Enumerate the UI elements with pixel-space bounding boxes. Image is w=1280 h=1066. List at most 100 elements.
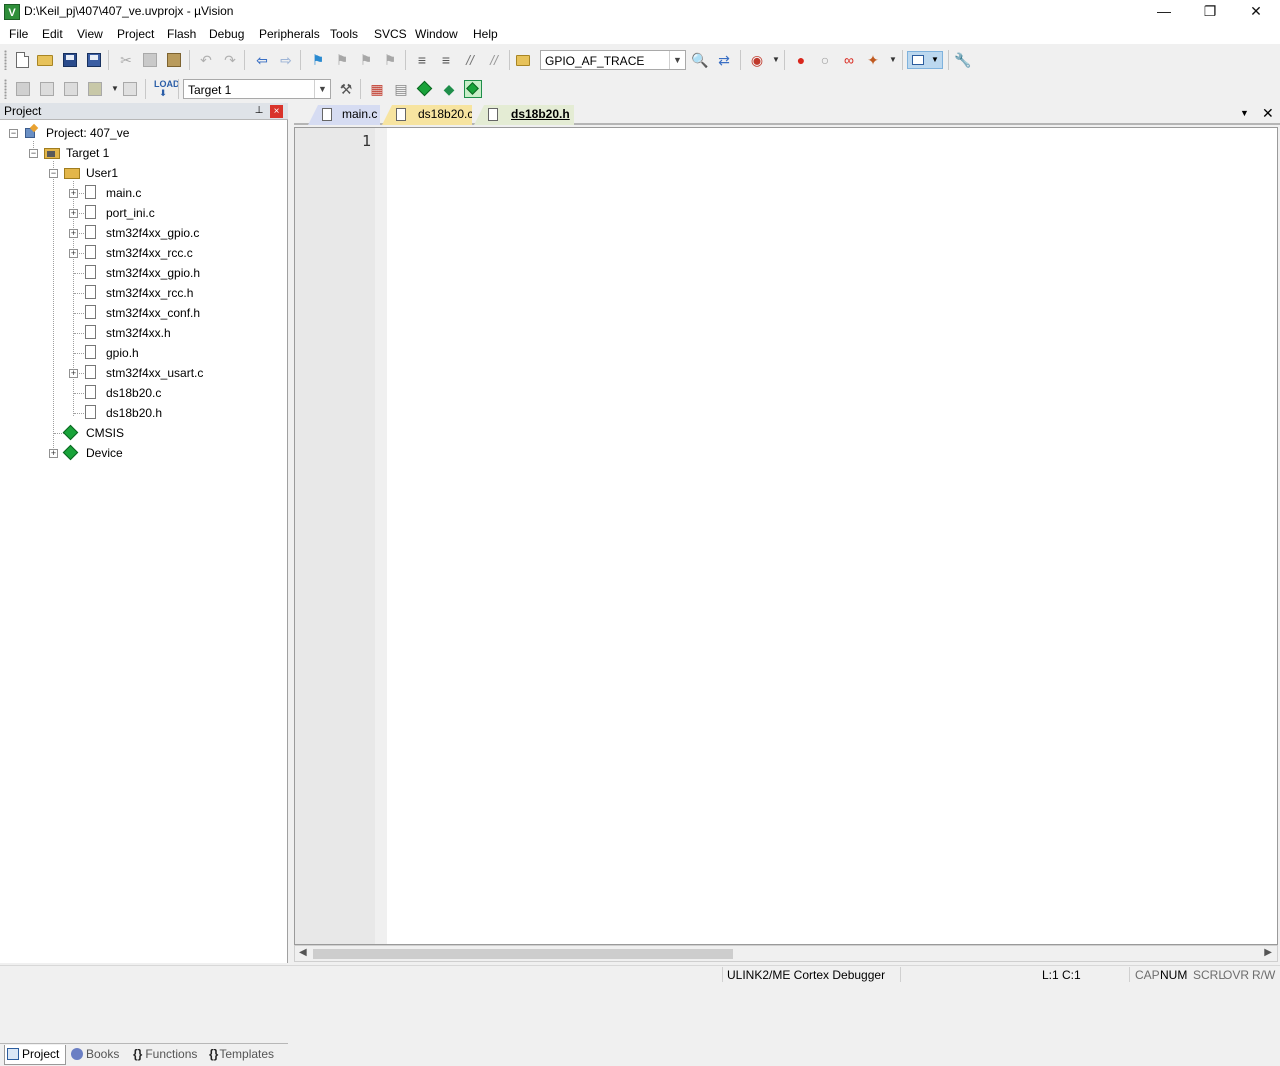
tree-file-item[interactable]: + stm32f4xx_usart.c	[0, 363, 287, 383]
navigate-forward-icon[interactable]: ⇨	[277, 51, 295, 69]
menu-svcs[interactable]: SVCS	[374, 27, 407, 41]
tree-file-item[interactable]: + main.c	[0, 183, 287, 203]
bookmark-toggle-icon[interactable]: ⚑	[309, 51, 327, 69]
horizontal-scrollbar[interactable]: ◀ ▶	[294, 945, 1278, 962]
new-file-icon[interactable]	[14, 51, 32, 69]
target-options-icon[interactable]: ⚒	[337, 80, 355, 98]
editor-tab-ds18b20-c[interactable]: ds18b20.c	[382, 105, 472, 125]
unindent-icon[interactable]: ≡	[437, 51, 455, 69]
find-icon[interactable]: 🔍	[691, 51, 709, 69]
expand-icon[interactable]: +	[69, 229, 78, 238]
save-icon[interactable]	[61, 51, 79, 69]
menu-tools[interactable]: Tools	[330, 27, 358, 41]
expand-icon[interactable]: +	[69, 189, 78, 198]
scroll-right-icon[interactable]: ▶	[1264, 947, 1272, 958]
cut-icon[interactable]: ✂	[117, 51, 135, 69]
menu-edit[interactable]: Edit	[42, 27, 63, 41]
close-tab-icon[interactable]: ✕	[1262, 105, 1274, 122]
toolbar-grip[interactable]	[4, 50, 7, 70]
tab-project[interactable]: Project	[4, 1045, 66, 1065]
manage-components-icon[interactable]: ▤	[392, 80, 410, 98]
disable-breakpoints-icon[interactable]: ∞	[840, 51, 858, 69]
chevron-down-icon[interactable]: ▼	[314, 80, 330, 98]
stop-build-icon[interactable]	[121, 80, 139, 98]
save-all-icon[interactable]	[85, 51, 103, 69]
code-editor[interactable]: 1	[294, 127, 1278, 945]
select-software-packs-icon[interactable]	[416, 80, 434, 98]
target-combo[interactable]: Target 1 ▼	[183, 79, 331, 99]
bookmark-next-icon[interactable]: ⚑	[357, 51, 375, 69]
menu-debug[interactable]: Debug	[209, 27, 244, 41]
bookmark-clear-icon[interactable]: ⚑	[381, 51, 399, 69]
rebuild-icon[interactable]	[62, 80, 80, 98]
restore-button[interactable]: ❐	[1187, 0, 1233, 24]
tree-node-target[interactable]: − Target 1	[0, 143, 287, 163]
run-time-environment-icon[interactable]	[464, 80, 482, 98]
undo-icon[interactable]: ↶	[197, 51, 215, 69]
navigate-back-icon[interactable]: ⇦	[253, 51, 271, 69]
menu-project[interactable]: Project	[117, 27, 154, 41]
enable-breakpoint-icon[interactable]: ○	[816, 51, 834, 69]
build-icon[interactable]	[38, 80, 56, 98]
expand-icon[interactable]: +	[69, 209, 78, 218]
tree-file-item[interactable]: stm32f4xx_rcc.h	[0, 283, 287, 303]
menu-flash[interactable]: Flash	[167, 27, 196, 41]
scroll-left-icon[interactable]: ◀	[299, 947, 307, 958]
incremental-find-icon[interactable]: ◉	[748, 51, 766, 69]
menu-peripherals[interactable]: Peripherals	[259, 27, 320, 41]
comment-icon[interactable]: //	[461, 51, 479, 69]
tree-node-project-root[interactable]: − Project: 407_ve	[0, 123, 287, 143]
copy-icon[interactable]	[141, 51, 159, 69]
indent-icon[interactable]: ≡	[413, 51, 431, 69]
collapse-icon[interactable]: −	[9, 129, 18, 138]
minimize-button[interactable]: —	[1141, 0, 1187, 24]
menu-file[interactable]: File	[9, 27, 28, 41]
file-extensions-icon[interactable]: ▦	[368, 80, 386, 98]
paste-icon[interactable]	[165, 51, 183, 69]
tab-templates[interactable]: {}Templates	[207, 1045, 285, 1065]
menu-help[interactable]: Help	[473, 27, 498, 41]
translate-icon[interactable]	[14, 80, 32, 98]
tree-file-item[interactable]: gpio.h	[0, 343, 287, 363]
menu-view[interactable]: View	[77, 27, 103, 41]
panel-close-icon[interactable]: ×	[270, 105, 283, 118]
replace-icon[interactable]: ⇄	[715, 51, 733, 69]
editor-tab-ds18b20-h[interactable]: ds18b20.h	[474, 105, 574, 125]
open-file-icon[interactable]	[37, 51, 55, 69]
tree-node-cmsis[interactable]: CMSIS	[0, 423, 287, 443]
configure-icon[interactable]: 🔧	[954, 51, 972, 69]
tab-list-dropdown-icon[interactable]: ▼	[1240, 108, 1249, 118]
pin-icon[interactable]: ⊥	[253, 105, 265, 117]
tree-file-item[interactable]: ds18b20.c	[0, 383, 287, 403]
tree-file-item[interactable]: stm32f4xx_gpio.h	[0, 263, 287, 283]
editor-tab-main-c[interactable]: main.c	[308, 105, 380, 125]
window-layout-icon[interactable]: ▼	[907, 51, 943, 69]
tree-node-group-user1[interactable]: − User1	[0, 163, 287, 183]
chevron-down-icon[interactable]: ▼	[767, 51, 785, 69]
collapse-icon[interactable]: −	[49, 169, 58, 178]
tree-file-item[interactable]: + port_ini.c	[0, 203, 287, 223]
tab-books[interactable]: Books	[69, 1045, 127, 1065]
find-combo[interactable]: GPIO_AF_TRACE ▼	[540, 50, 686, 70]
find-in-files-icon[interactable]	[516, 51, 534, 69]
insert-breakpoint-icon[interactable]: ●	[792, 51, 810, 69]
chevron-down-icon[interactable]: ▼	[884, 51, 902, 69]
uncomment-icon[interactable]: //	[485, 51, 503, 69]
tree-file-item[interactable]: + stm32f4xx_gpio.c	[0, 223, 287, 243]
scrollbar-thumb[interactable]	[313, 949, 733, 959]
collapse-icon[interactable]: −	[29, 149, 38, 158]
tree-file-item[interactable]: + stm32f4xx_rcc.c	[0, 243, 287, 263]
tab-functions[interactable]: {} Functions	[131, 1045, 206, 1065]
toolbar-grip[interactable]	[4, 79, 7, 99]
tree-file-item[interactable]: stm32f4xx_conf.h	[0, 303, 287, 323]
close-window-button[interactable]: ✕	[1233, 0, 1279, 24]
tree-node-device[interactable]: + Device	[0, 443, 287, 463]
kill-breakpoints-icon[interactable]: ✦	[864, 51, 882, 69]
menu-window[interactable]: Window	[415, 27, 458, 41]
expand-icon[interactable]: +	[69, 249, 78, 258]
tree-file-item[interactable]: stm32f4xx.h	[0, 323, 287, 343]
pack-installer-icon[interactable]: ◆	[440, 80, 458, 98]
redo-icon[interactable]: ↷	[221, 51, 239, 69]
tree-file-item[interactable]: ds18b20.h	[0, 403, 287, 423]
chevron-down-icon[interactable]: ▼	[669, 51, 685, 69]
